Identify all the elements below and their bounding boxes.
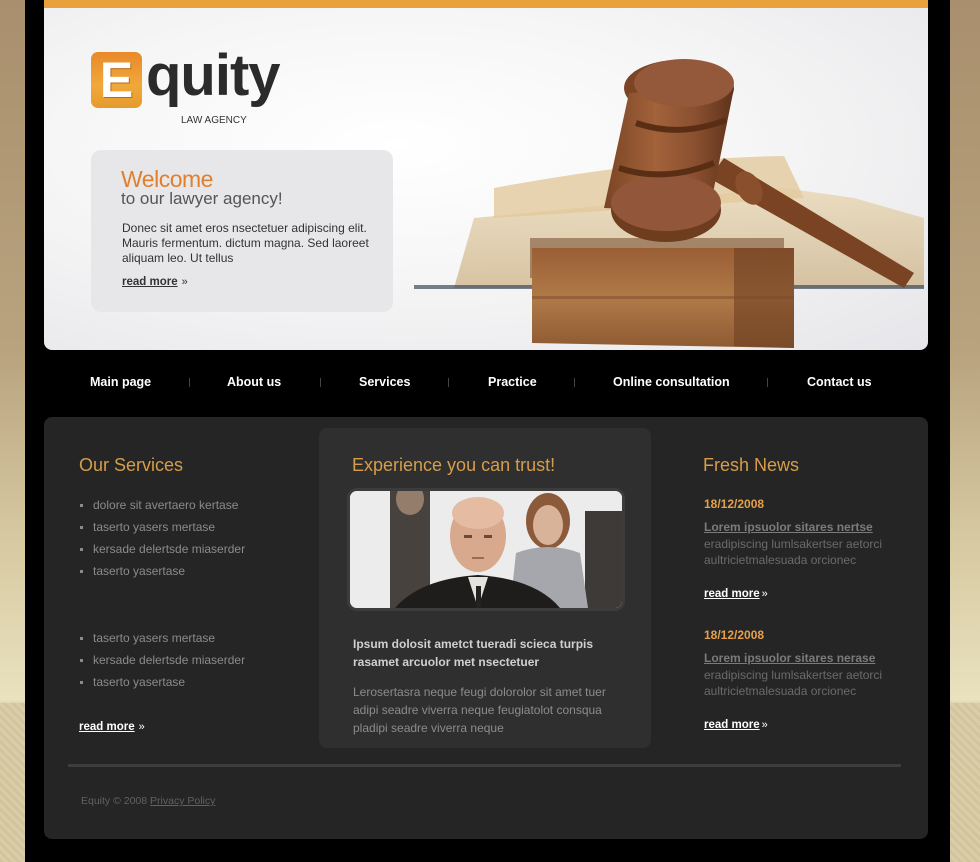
double-chevron-icon: » [181,276,188,288]
service-item[interactable]: dolore sit avertaero kertase [79,494,245,516]
logo-tagline: LAW AGENCY [181,115,247,126]
news-text: eradipiscing lumlsakertser aetorci aultr… [704,668,883,698]
experience-text: Lerosertasra neque feugi dolorolor sit a… [353,685,606,735]
nav-services[interactable]: Services [359,375,410,389]
nav-contact-us[interactable]: Contact us [807,375,872,389]
news-title: Fresh News [703,455,800,475]
news-read-more: read more» [704,719,914,731]
logo-wordmark: quity [146,43,281,108]
header-banner: E quity LAW AGENCY Welcome to our lawyer… [44,0,928,350]
services-read-more: read more» [79,721,145,733]
nav-separator [574,378,575,387]
news-read-more: read more» [704,588,914,600]
people-illustration [350,491,622,608]
welcome-read-more: read more» [122,276,188,288]
service-item[interactable]: taserto yasers mertase [79,516,245,538]
logo[interactable]: E quity LAW AGENCY [91,43,291,132]
news-read-more-link[interactable]: read more [704,719,760,731]
services-read-more-link[interactable]: read more [79,721,135,733]
news-read-more-link[interactable]: read more [704,588,760,600]
nav-separator [767,378,768,387]
experience-highlight: Ipsum dolosit ametct tueradi scieca turp… [353,637,594,669]
welcome-text: Donec sit amet eros nsectetuer adipiscin… [122,221,369,265]
service-item[interactable]: taserto yasertase [79,560,245,582]
news-date: 18/12/2008 [704,628,765,642]
content-panel: Our Services dolore sit avertaero kertas… [44,417,928,839]
news-item: 18/12/2008 Lorem ipsuolor sitares nertse… [704,497,914,600]
nav-separator [448,378,449,387]
experience-box: Experience you can trust! Ipsum dolosit … [319,428,651,748]
news-date: 18/12/2008 [704,497,765,511]
news-item: 18/12/2008 Lorem ipsuolor sitares nerase… [704,628,914,731]
nav-about-us[interactable]: About us [227,375,281,389]
service-item[interactable]: kersade delertsde miaserder [79,649,245,671]
footer: Equity © 2008 Privacy Policy [81,795,215,807]
nav-main-page[interactable]: Main page [90,375,151,389]
double-chevron-icon: » [761,588,768,600]
services-title: Our Services [79,455,184,475]
privacy-policy-link[interactable]: Privacy Policy [150,795,215,807]
main-nav-bar: Main page About us Services Practice Onl… [44,366,928,400]
nav-separator [189,378,190,387]
services-list-secondary: taserto yasers mertase kersade delertsde… [79,627,245,693]
gavel-image [414,59,924,348]
service-item[interactable]: taserto yasertase [79,671,245,693]
double-chevron-icon: » [761,719,768,731]
welcome-read-more-link[interactable]: read more [122,276,178,288]
welcome-box: Welcome to our lawyer agency! Donec sit … [91,150,393,312]
service-item[interactable]: taserto yasers mertase [79,627,245,649]
welcome-subtitle: to our lawyer agency! [121,189,283,208]
news-text: eradipiscing lumlsakertser aetorci aultr… [704,537,883,567]
double-chevron-icon: » [138,721,145,733]
news-headline-link[interactable]: Lorem ipsuolor sitares nertse [704,520,873,534]
nav-separator [320,378,321,387]
nav-practice[interactable]: Practice [488,375,537,389]
business-people-photo [347,488,625,611]
service-item[interactable]: kersade delertsde miaserder [79,538,245,560]
nav-online-consultation[interactable]: Online consultation [613,375,730,389]
footer-divider [68,764,901,767]
news-headline-link[interactable]: Lorem ipsuolor sitares nerase [704,651,875,665]
logo-e-badge: E [91,52,142,108]
services-list-primary: dolore sit avertaero kertase taserto yas… [79,494,245,582]
experience-title: Experience you can trust! [352,455,556,475]
copyright-text: Equity © 2008 [81,795,148,807]
